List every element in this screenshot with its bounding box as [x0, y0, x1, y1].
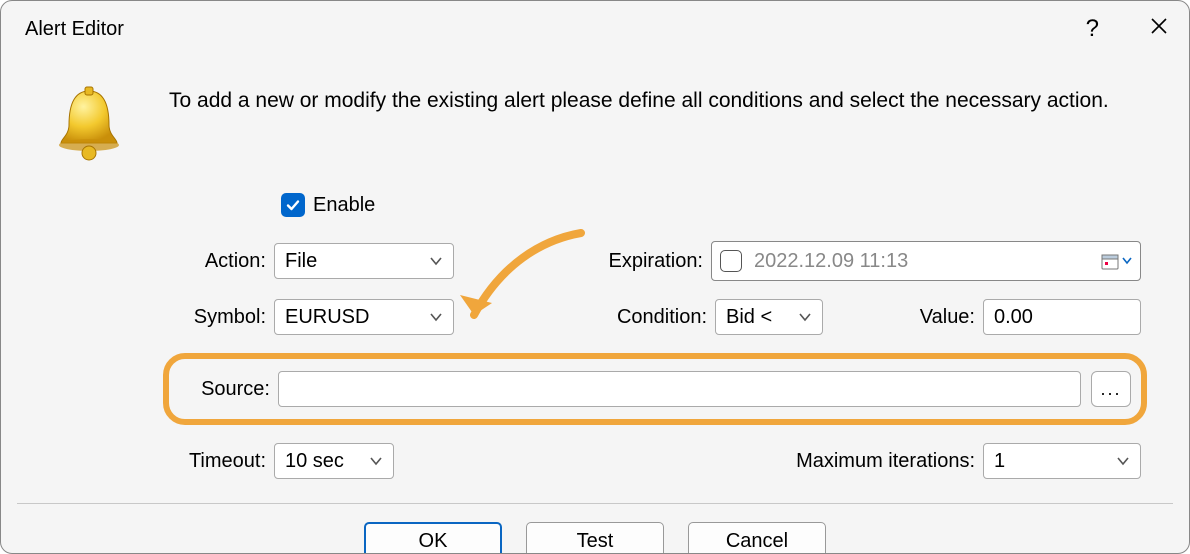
symbol-label: Symbol:: [169, 306, 274, 329]
expiration-label: Expiration:: [581, 250, 711, 273]
condition-combo[interactable]: Bid <: [715, 299, 823, 335]
chevron-down-icon: [1122, 257, 1132, 265]
source-label: Source:: [179, 378, 278, 401]
value-value: 0.00: [994, 306, 1033, 329]
value-input[interactable]: 0.00: [983, 299, 1141, 335]
chevron-down-icon: [429, 312, 443, 322]
chevron-down-icon: [798, 312, 812, 322]
chevron-down-icon: [369, 456, 383, 466]
help-icon[interactable]: ?: [1086, 15, 1099, 43]
dialog-description: To add a new or modify the existing aler…: [169, 85, 1109, 113]
calendar-icon[interactable]: [1100, 251, 1132, 271]
chevron-down-icon: [1116, 456, 1130, 466]
source-row-highlight: Source: ...: [163, 353, 1147, 425]
browse-label: ...: [1100, 379, 1121, 400]
ok-button[interactable]: OK: [364, 522, 502, 554]
timeout-value: 10 sec: [285, 450, 344, 473]
timeout-combo[interactable]: 10 sec: [274, 443, 394, 479]
action-value: File: [285, 250, 317, 273]
source-input[interactable]: [278, 371, 1081, 407]
browse-button[interactable]: ...: [1091, 371, 1131, 407]
title-bar: Alert Editor ?: [1, 1, 1189, 57]
dialog-footer: OK Test Cancel: [1, 504, 1189, 554]
symbol-value: EURUSD: [285, 306, 369, 329]
bell-icon: [49, 85, 129, 163]
action-combo[interactable]: File: [274, 243, 454, 279]
expiration-checkbox[interactable]: [720, 250, 742, 272]
max-iterations-value: 1: [994, 450, 1005, 473]
expiration-field[interactable]: 2022.12.09 11:13: [711, 241, 1141, 281]
close-icon[interactable]: [1149, 15, 1169, 43]
alert-editor-dialog: Alert Editor ?: [0, 0, 1190, 554]
test-button[interactable]: Test: [526, 522, 664, 554]
condition-value: Bid <: [726, 306, 772, 329]
value-label: Value:: [843, 306, 983, 329]
window-title: Alert Editor: [25, 18, 124, 41]
cancel-button[interactable]: Cancel: [688, 522, 826, 554]
condition-label: Condition:: [595, 306, 715, 329]
chevron-down-icon: [429, 256, 443, 266]
timeout-label: Timeout:: [169, 450, 274, 473]
enable-checkbox[interactable]: [281, 193, 305, 217]
enable-label: Enable: [313, 194, 375, 217]
max-iterations-combo[interactable]: 1: [983, 443, 1141, 479]
symbol-combo[interactable]: EURUSD: [274, 299, 454, 335]
action-label: Action:: [169, 250, 274, 273]
expiration-value: 2022.12.09 11:13: [754, 250, 1088, 273]
max-iterations-label: Maximum iterations:: [763, 450, 983, 473]
